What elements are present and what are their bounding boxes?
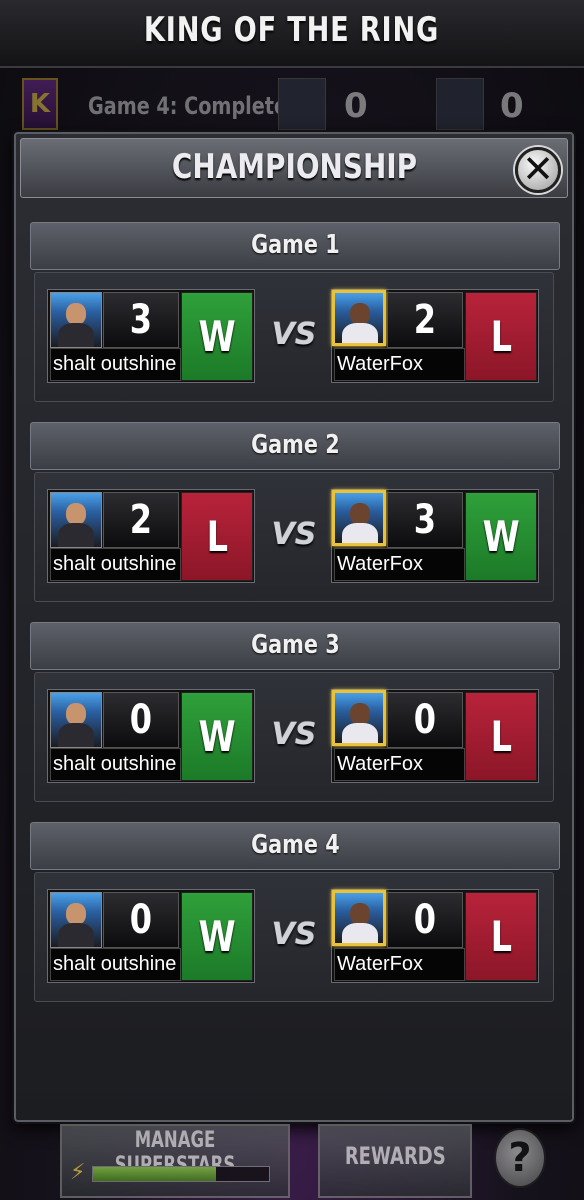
- score-box: 2: [103, 492, 179, 548]
- manage-progress-bar: [92, 1166, 270, 1182]
- superstar-avatar: [50, 692, 102, 748]
- game-section: Game 1 3 shalt outshine W VS 2 WaterFox …: [30, 222, 560, 402]
- superstar-avatar: [332, 890, 386, 946]
- player-name: shalt outshine: [50, 948, 181, 981]
- game-label: Game 2: [250, 430, 340, 460]
- king-badge-icon: K: [22, 78, 58, 130]
- result-badge: L: [465, 292, 537, 381]
- player-card-left: 2 shalt outshine L: [47, 489, 255, 583]
- superstar-avatar: [332, 290, 386, 346]
- player-name: WaterFox: [334, 548, 465, 581]
- game-matchup: 0 shalt outshine W VS 0 WaterFox L: [34, 672, 554, 802]
- player-card-right: 2 WaterFox L: [331, 289, 539, 383]
- game-header: Game 1: [30, 222, 560, 270]
- player-card-left: 3 shalt outshine W: [47, 289, 255, 383]
- vs-label: VS: [271, 717, 317, 752]
- result-badge: L: [181, 492, 253, 581]
- superstar-avatar: [50, 492, 102, 548]
- progress-fill: [93, 1167, 217, 1181]
- game-matchup: 2 shalt outshine L VS 3 WaterFox W: [34, 472, 554, 602]
- result-badge: W: [465, 492, 537, 581]
- game-section: Game 2 2 shalt outshine L VS 3 WaterFox …: [30, 422, 560, 602]
- close-icon[interactable]: ✕: [515, 147, 561, 193]
- score-box: 0: [387, 692, 463, 748]
- vs-label: VS: [271, 917, 317, 952]
- top-header: KING OF THE RING: [0, 0, 584, 68]
- game-header: Game 2: [30, 422, 560, 470]
- game-matchup: 0 shalt outshine W VS 0 WaterFox L: [34, 872, 554, 1002]
- score-box: 2: [387, 292, 463, 348]
- player-name: WaterFox: [334, 348, 465, 381]
- vs-label: VS: [271, 317, 317, 352]
- game-section: Game 4 0 shalt outshine W VS 0 WaterFox …: [30, 822, 560, 1002]
- result-badge: W: [181, 692, 253, 781]
- lightning-icon: ⚡: [70, 1160, 86, 1185]
- superstar-avatar: [50, 292, 102, 348]
- superstar-avatar: [332, 690, 386, 746]
- championship-modal: CHAMPIONSHIP ✕ Game 1 3 shalt outshine W…: [14, 132, 574, 1122]
- manage-superstars-button[interactable]: MANAGE SUPERSTARS ⚡: [60, 1124, 290, 1198]
- score-box: 0: [387, 892, 463, 948]
- score-box: 3: [103, 292, 179, 348]
- status-score-right: 0: [500, 86, 524, 126]
- result-badge: W: [181, 892, 253, 981]
- vs-label: VS: [271, 517, 317, 552]
- status-score-left: 0: [344, 86, 368, 126]
- modal-header: CHAMPIONSHIP ✕: [20, 138, 568, 198]
- modal-title: CHAMPIONSHIP: [171, 147, 417, 187]
- help-icon[interactable]: ?: [494, 1128, 546, 1188]
- game-header: Game 4: [30, 822, 560, 870]
- player-name: WaterFox: [334, 748, 465, 781]
- game-label: Game 3: [250, 630, 340, 660]
- avatar: [278, 78, 326, 130]
- bottom-bar: MANAGE SUPERSTARS ⚡ REWARDS ?: [0, 1120, 584, 1200]
- player-card-right: 3 WaterFox W: [331, 489, 539, 583]
- player-card-right: 0 WaterFox L: [331, 889, 539, 983]
- player-name: shalt outshine: [50, 548, 181, 581]
- score-box: 3: [387, 492, 463, 548]
- game-section: Game 3 0 shalt outshine W VS 0 WaterFox …: [30, 622, 560, 802]
- player-card-left: 0 shalt outshine W: [47, 889, 255, 983]
- player-card-left: 0 shalt outshine W: [47, 689, 255, 783]
- score-box: 0: [103, 892, 179, 948]
- avatar: [436, 78, 484, 130]
- result-badge: L: [465, 692, 537, 781]
- rewards-button[interactable]: REWARDS: [318, 1124, 472, 1198]
- score-box: 0: [103, 692, 179, 748]
- game-matchup: 3 shalt outshine W VS 2 WaterFox L: [34, 272, 554, 402]
- game-label: Game 4: [250, 830, 340, 860]
- result-badge: L: [465, 892, 537, 981]
- game-header: Game 3: [30, 622, 560, 670]
- player-name: WaterFox: [334, 948, 465, 981]
- player-name: shalt outshine: [50, 348, 181, 381]
- player-name: shalt outshine: [50, 748, 181, 781]
- result-badge: W: [181, 292, 253, 381]
- superstar-avatar: [332, 490, 386, 546]
- game-label: Game 1: [250, 230, 340, 260]
- player-card-right: 0 WaterFox L: [331, 689, 539, 783]
- superstar-avatar: [50, 892, 102, 948]
- page-title: KING OF THE RING: [144, 10, 440, 50]
